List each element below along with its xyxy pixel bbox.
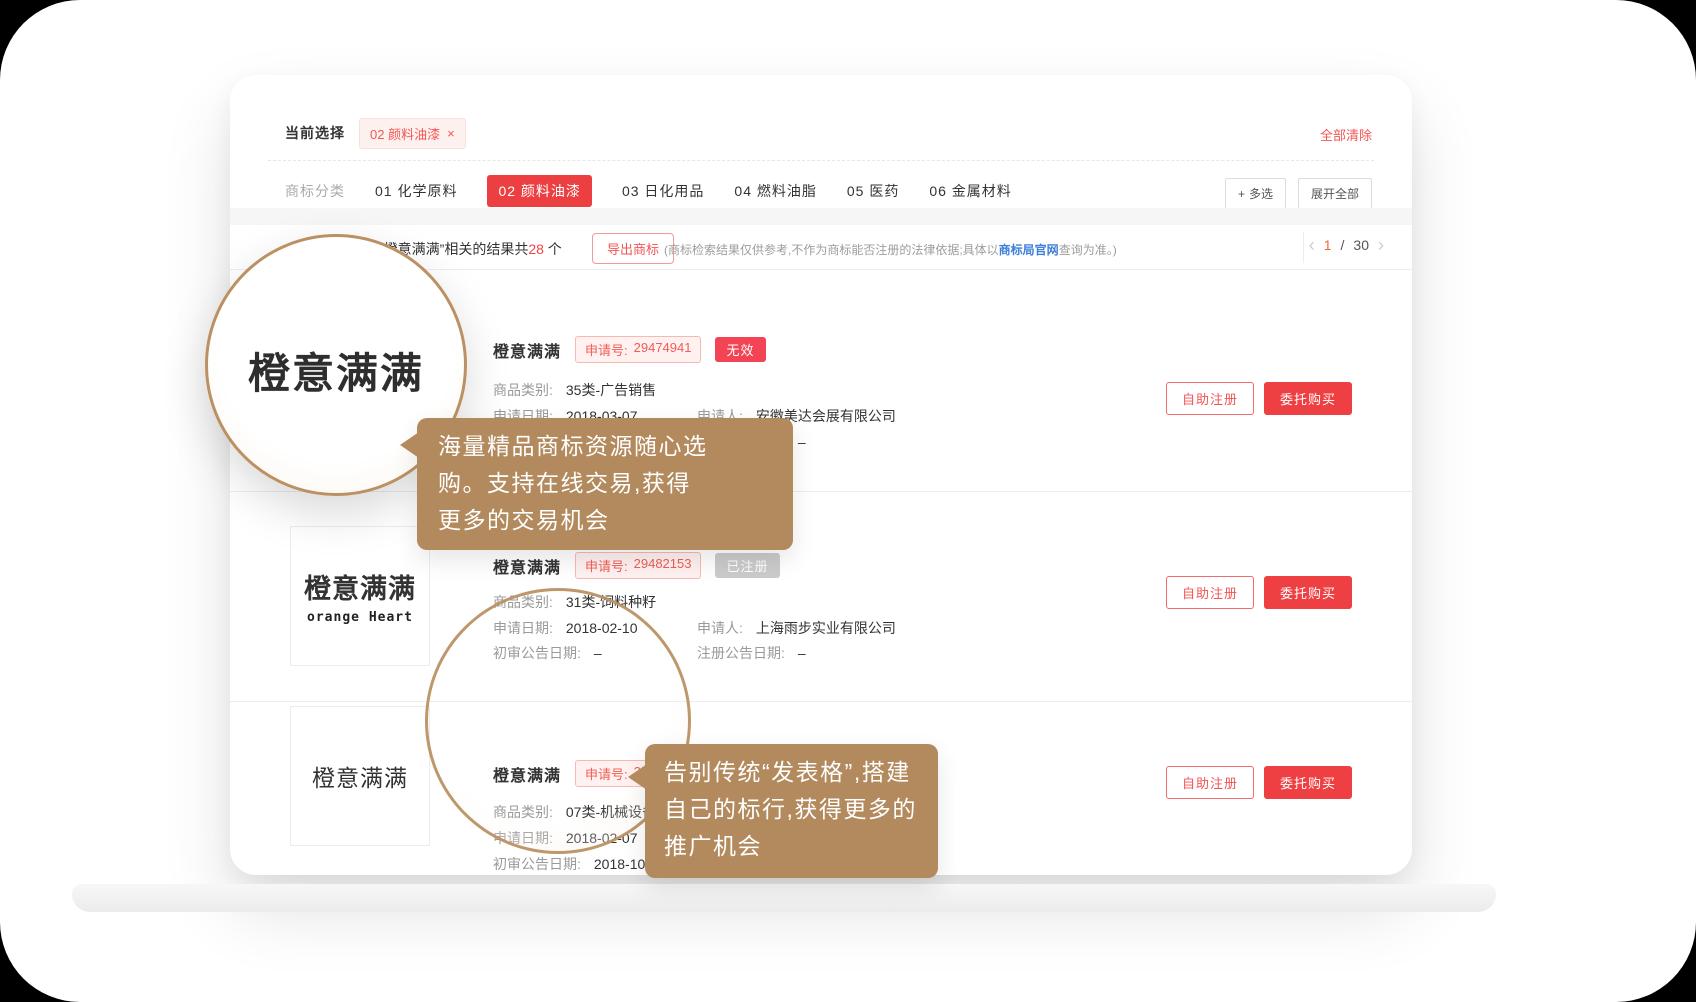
multi-select-button[interactable]: + 多选: [1225, 178, 1286, 209]
category-item-06[interactable]: 06 金属材料: [929, 181, 1011, 201]
section-divider-band: [230, 208, 1412, 225]
trademark-name[interactable]: 橙意满满: [493, 554, 561, 578]
trademark-office-link[interactable]: 商标局官网: [999, 243, 1059, 257]
callout-bubble-2: 告别传统“发表格”,搭建 自己的标行,获得更多的 推广机会: [645, 744, 938, 878]
first-publication-label: 初审公告日期:: [493, 856, 581, 872]
registration-publication-value: –: [798, 434, 806, 450]
application-number-value: 29474941: [634, 340, 692, 359]
callout-text: 海量精品商标资源随心选 购。支持在线交易,获得 更多的交易机会: [438, 428, 772, 539]
application-number-label: 申请号:: [585, 340, 628, 359]
page-background: 当前选择 02 颜料油漆 × 全部清除 商标分类 01 化学原料 02 颜料油漆…: [0, 0, 1696, 1002]
plus-icon: +: [1238, 187, 1245, 201]
application-number-tag: 申请号: 29482153: [575, 552, 701, 579]
registration-publication-value: –: [798, 645, 806, 661]
callout-bubble-1: 海量精品商标资源随心选 购。支持在线交易,获得 更多的交易机会: [417, 418, 793, 550]
category-item-03[interactable]: 03 日化用品: [622, 181, 704, 201]
selected-filter-tag-text: 02 颜料油漆: [370, 124, 440, 143]
entrust-purchase-button[interactable]: 委托购买: [1264, 576, 1352, 609]
self-register-button[interactable]: 自助注册: [1166, 382, 1254, 415]
application-number-value: 29482153: [634, 556, 692, 575]
trademark-thumbnail[interactable]: 橙意满满 orange Heart: [290, 526, 430, 666]
callout-text: 告别传统“发表格”,搭建 自己的标行,获得更多的 推广机会: [664, 754, 919, 865]
category-item-02-active[interactable]: 02 颜料油漆: [487, 175, 591, 207]
pagination-divider: [1303, 232, 1304, 263]
entrust-purchase-button[interactable]: 委托购买: [1264, 382, 1352, 415]
callout-arrow-left-icon: [400, 432, 419, 458]
results-count-unit: 个: [548, 241, 562, 257]
result-row-2: 橙意满满 orange Heart 橙意满满 申请号: 29482153 已注册…: [230, 492, 1412, 702]
self-register-button[interactable]: 自助注册: [1166, 576, 1254, 609]
result-actions: 自助注册 委托购买: [1166, 382, 1352, 415]
close-icon[interactable]: ×: [447, 126, 455, 141]
export-trademarks-button[interactable]: 导出商标: [592, 233, 674, 264]
applicant-label: 申请人:: [697, 620, 743, 636]
status-badge-registered: 已注册: [715, 553, 779, 578]
category-bar-label: 商标分类: [285, 181, 345, 201]
rounded-page-canvas: 当前选择 02 颜料油漆 × 全部清除 商标分类 01 化学原料 02 颜料油漆…: [0, 0, 1696, 1002]
category-item-05[interactable]: 05 医药: [847, 181, 899, 201]
laptop-base-decoration: [72, 884, 1496, 912]
entrust-purchase-button[interactable]: 委托购买: [1264, 766, 1352, 799]
pagination-total-pages: 30: [1353, 237, 1369, 253]
application-number-label: 申请号:: [585, 556, 628, 575]
applicant-value: 上海雨步实业有限公司: [756, 620, 896, 636]
selected-filter-tag[interactable]: 02 颜料油漆 ×: [359, 118, 466, 149]
results-count: 28: [528, 241, 544, 257]
result-actions: 自助注册 委托购买: [1166, 766, 1352, 799]
disclaimer-text-post: 查询为准。): [1059, 243, 1117, 257]
pagination: ‹ 1 / 30 ›: [1309, 237, 1384, 253]
application-number-tag: 申请号: 29474941: [575, 336, 701, 363]
category-value: 35类-广告销售: [566, 382, 656, 398]
category-line: 商品类别: 35类-广告销售: [493, 380, 1133, 400]
current-selection-bar: 当前选择 02 颜料油漆 ×: [285, 115, 466, 151]
self-register-button[interactable]: 自助注册: [1166, 766, 1254, 799]
clear-all-link[interactable]: 全部清除: [1320, 125, 1372, 144]
category-item-01[interactable]: 01 化学原料: [375, 181, 457, 201]
expand-all-button[interactable]: 展开全部: [1298, 178, 1372, 209]
result-title-line: 橙意满满 申请号: 29482153 已注册: [493, 552, 780, 579]
result-actions: 自助注册 委托购买: [1166, 576, 1352, 609]
result-title-line: 橙意满满 申请号: 29474941 无效: [493, 336, 766, 363]
pagination-separator: /: [1341, 237, 1345, 253]
status-badge-invalid: 无效: [715, 337, 765, 362]
category-label: 商品类别:: [493, 382, 553, 398]
chevron-left-icon[interactable]: ‹: [1309, 238, 1315, 252]
multi-select-label: 多选: [1249, 185, 1273, 202]
trademark-thumbnail[interactable]: 橙意满满: [290, 706, 430, 846]
trademark-name[interactable]: 橙意满满: [493, 338, 561, 362]
thumbnail-subtext: orange Heart: [307, 610, 413, 625]
current-selection-label: 当前选择: [285, 123, 345, 143]
magnified-trademark-text: 橙意满满: [248, 340, 424, 401]
category-bar: 商标分类 01 化学原料 02 颜料油漆 03 日化用品 04 燃料油脂 05 …: [285, 174, 1012, 208]
chevron-right-icon[interactable]: ›: [1378, 238, 1384, 252]
category-item-04[interactable]: 04 燃料油脂: [734, 181, 816, 201]
disclaimer-text-pre: (商标检索结果仅供参考,不作为商标能否注册的法律依据;具体以: [664, 243, 999, 257]
dashed-divider: [268, 160, 1374, 161]
callout-arrow-left-icon: [628, 764, 647, 790]
thumbnail-text: 橙意满满: [304, 567, 416, 606]
results-disclaimer: (商标检索结果仅供参考,不作为商标能否注册的法律依据;具体以商标局官网查询为准。…: [664, 241, 1117, 258]
pagination-current-page: 1: [1324, 237, 1332, 253]
thumbnail-text: 橙意满满: [312, 759, 408, 793]
category-bar-actions: + 多选 展开全部: [1225, 178, 1372, 209]
registration-publication-label: 注册公告日期:: [697, 645, 785, 661]
